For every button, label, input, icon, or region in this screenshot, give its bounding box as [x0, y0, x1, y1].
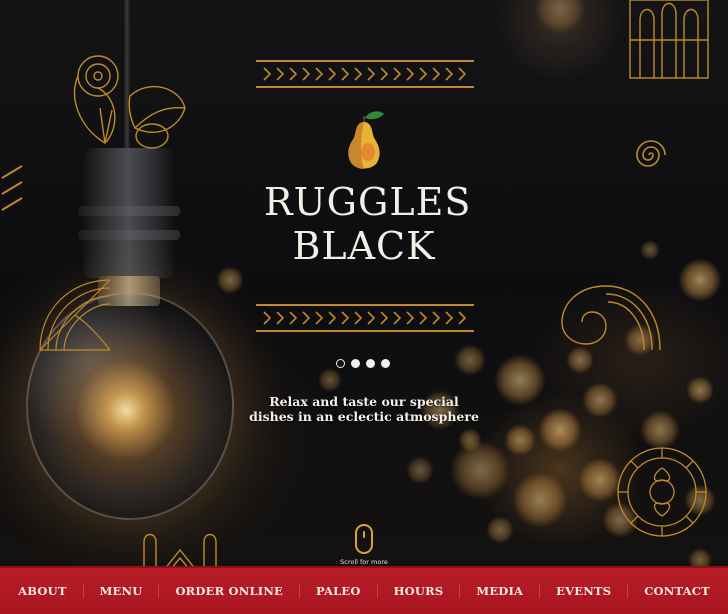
bokeh-light [582, 382, 618, 418]
brand-name-line1: RUGGLES [264, 180, 472, 224]
bokeh-light [534, 0, 586, 34]
arch-ornament-top-right [629, 0, 709, 79]
bokeh-light [486, 516, 514, 544]
nav-item-media[interactable]: MEDIA [459, 584, 539, 598]
slider-dot[interactable] [336, 359, 345, 368]
bokeh-light [678, 258, 722, 302]
bokeh-light [512, 472, 568, 528]
nav-item-paleo[interactable]: PALEO [299, 584, 377, 598]
nav-item-about[interactable]: ABOUT [2, 584, 82, 598]
bokeh-light [406, 456, 434, 484]
decorative-band-top [256, 60, 474, 88]
nav-item-contact[interactable]: CONTACT [627, 584, 726, 598]
bokeh-light [216, 266, 244, 294]
bulb-socket [78, 148, 180, 278]
decorative-band-bottom [256, 304, 474, 332]
fan-ornament-left [39, 279, 111, 351]
chevron-ornament-left [1, 165, 23, 211]
tagline-line2: dishes in an eclectic atmosphere [249, 409, 479, 424]
scroll-label[interactable]: Scroll for more [320, 558, 408, 566]
tagline-line1: Relax and taste our special [269, 394, 459, 409]
slider-dot[interactable] [381, 359, 390, 368]
bokeh-light [458, 428, 482, 452]
bokeh-light [318, 368, 342, 392]
sun-ornament-right [617, 447, 707, 537]
slider-dot[interactable] [351, 359, 360, 368]
nav-item-hours[interactable]: HOURS [376, 584, 460, 598]
bokeh-light [686, 376, 714, 404]
nav-item-menu[interactable]: MENU [82, 584, 159, 598]
leaf-ornament-top-left [73, 55, 186, 149]
brand-name-line2: BLACK [292, 224, 436, 268]
brand-name: RUGGLES BLACK [264, 180, 472, 268]
bokeh-light [450, 440, 510, 500]
main-nav: ABOUT MENU ORDER ONLINE PALEO HOURS MEDI… [0, 566, 728, 614]
bokeh-light [504, 424, 536, 456]
bokeh-light [494, 354, 546, 406]
hero-section: RUGGLES BLACK Relax and taste our specia… [0, 0, 728, 566]
spiral-ornament-small [636, 140, 666, 167]
bokeh-light [688, 548, 712, 566]
nav-item-events[interactable]: EVENTS [539, 584, 627, 598]
chevron-band-pattern [263, 311, 467, 325]
pear-icon [348, 111, 384, 169]
spiral-ornament-right [561, 285, 661, 351]
bokeh-light [454, 344, 486, 376]
slider-dots [336, 359, 390, 368]
bokeh-light [640, 240, 660, 260]
hero-tagline: Relax and taste our special dishes in an… [228, 394, 500, 424]
bokeh-light [538, 408, 582, 452]
nav-item-order-online[interactable]: ORDER ONLINE [158, 584, 299, 598]
slider-dot[interactable] [366, 359, 375, 368]
chevron-band-pattern [263, 67, 467, 81]
pattern-ornament-bottom-left [143, 533, 217, 566]
mouse-scroll-icon[interactable] [355, 524, 373, 554]
